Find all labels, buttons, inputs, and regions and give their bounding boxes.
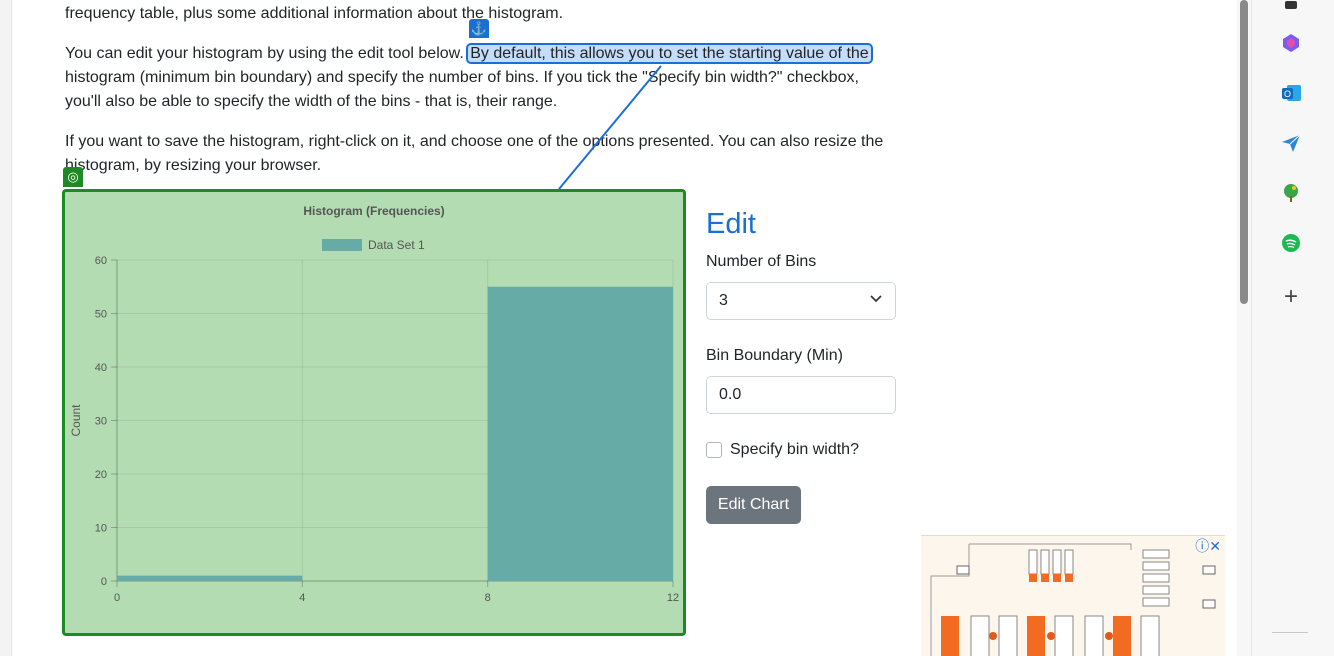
add-icon[interactable]: + bbox=[1280, 285, 1302, 309]
chevron-down-icon bbox=[869, 291, 883, 308]
bin-width-checkbox[interactable] bbox=[706, 442, 722, 458]
paragraph-edit-instructions: You can edit your histogram by using the… bbox=[65, 42, 895, 114]
bins-select-value: 3 bbox=[719, 292, 728, 309]
histogram-bar bbox=[117, 575, 303, 581]
anchor-icon[interactable]: ⚓ bbox=[469, 19, 489, 38]
x-tick-label: 8 bbox=[485, 592, 491, 604]
highlighted-text[interactable]: By default, this allows you to set the s… bbox=[466, 43, 873, 64]
y-axis-label: Count bbox=[69, 404, 83, 437]
paragraph-save-instructions: If you want to save the histogram, right… bbox=[65, 130, 895, 178]
y-tick-label: 30 bbox=[95, 416, 107, 428]
x-tick-label: 12 bbox=[667, 592, 679, 604]
chart-title: Histogram (Frequencies) bbox=[303, 204, 444, 218]
profile-icon[interactable] bbox=[1280, 0, 1302, 16]
scrollbar-thumb[interactable] bbox=[1240, 0, 1248, 304]
y-tick-label: 60 bbox=[95, 255, 107, 267]
copilot-icon[interactable] bbox=[1280, 32, 1302, 54]
y-tick-label: 20 bbox=[95, 469, 107, 481]
paragraph-text: histogram (minimum bin boundary) and spe… bbox=[65, 69, 859, 110]
svg-text:O: O bbox=[1284, 89, 1291, 99]
edit-chart-button[interactable]: Edit Chart bbox=[706, 486, 801, 524]
y-tick-label: 50 bbox=[95, 309, 107, 321]
window-left-edge bbox=[0, 0, 12, 656]
send-icon[interactable] bbox=[1280, 132, 1302, 154]
legend-label: Data Set 1 bbox=[368, 238, 425, 252]
browser-sidebar: O + bbox=[1251, 0, 1334, 656]
paragraph-save-text: If you want to save the histogram, right… bbox=[65, 133, 884, 174]
x-tick-label: 0 bbox=[114, 592, 120, 604]
min-boundary-value: 0.0 bbox=[719, 386, 742, 403]
edit-title: Edit bbox=[706, 208, 756, 240]
bins-label: Number of Bins bbox=[706, 253, 817, 270]
bins-select[interactable]: 3 bbox=[706, 282, 896, 320]
histogram-svg: Histogram (Frequencies) Data Set 1 0 10 20 30… bbox=[69, 204, 679, 604]
sidebar-separator bbox=[1272, 632, 1308, 633]
y-tick-label: 40 bbox=[95, 362, 107, 374]
ad-illustration bbox=[921, 536, 1225, 656]
legend-swatch bbox=[322, 239, 362, 251]
tree-icon[interactable] bbox=[1280, 182, 1302, 204]
ad-close-icon[interactable]: ⓘ✕ bbox=[1195, 536, 1221, 556]
min-boundary-label: Bin Boundary (Min) bbox=[706, 347, 843, 364]
y-tick-label: 10 bbox=[95, 523, 107, 535]
vertical-scrollbar[interactable] bbox=[1237, 0, 1251, 656]
bin-width-checkbox-label[interactable]: Specify bin width? bbox=[730, 441, 859, 459]
histogram-chart[interactable]: Histogram (Frequencies) Data Set 1 0 10 20 30… bbox=[62, 189, 686, 636]
spotify-icon[interactable] bbox=[1280, 232, 1302, 254]
histogram-bar bbox=[487, 286, 673, 581]
min-boundary-input[interactable]: 0.0 bbox=[706, 376, 896, 414]
y-tick-label: 0 bbox=[101, 576, 107, 588]
paragraph-text: You can edit your histogram by using the… bbox=[65, 45, 464, 62]
outlook-icon[interactable]: O bbox=[1280, 82, 1302, 104]
target-icon[interactable]: ◎ bbox=[63, 167, 83, 187]
ad-banner[interactable]: ⓘ✕ bbox=[921, 535, 1225, 656]
x-tick-label: 4 bbox=[299, 592, 305, 604]
